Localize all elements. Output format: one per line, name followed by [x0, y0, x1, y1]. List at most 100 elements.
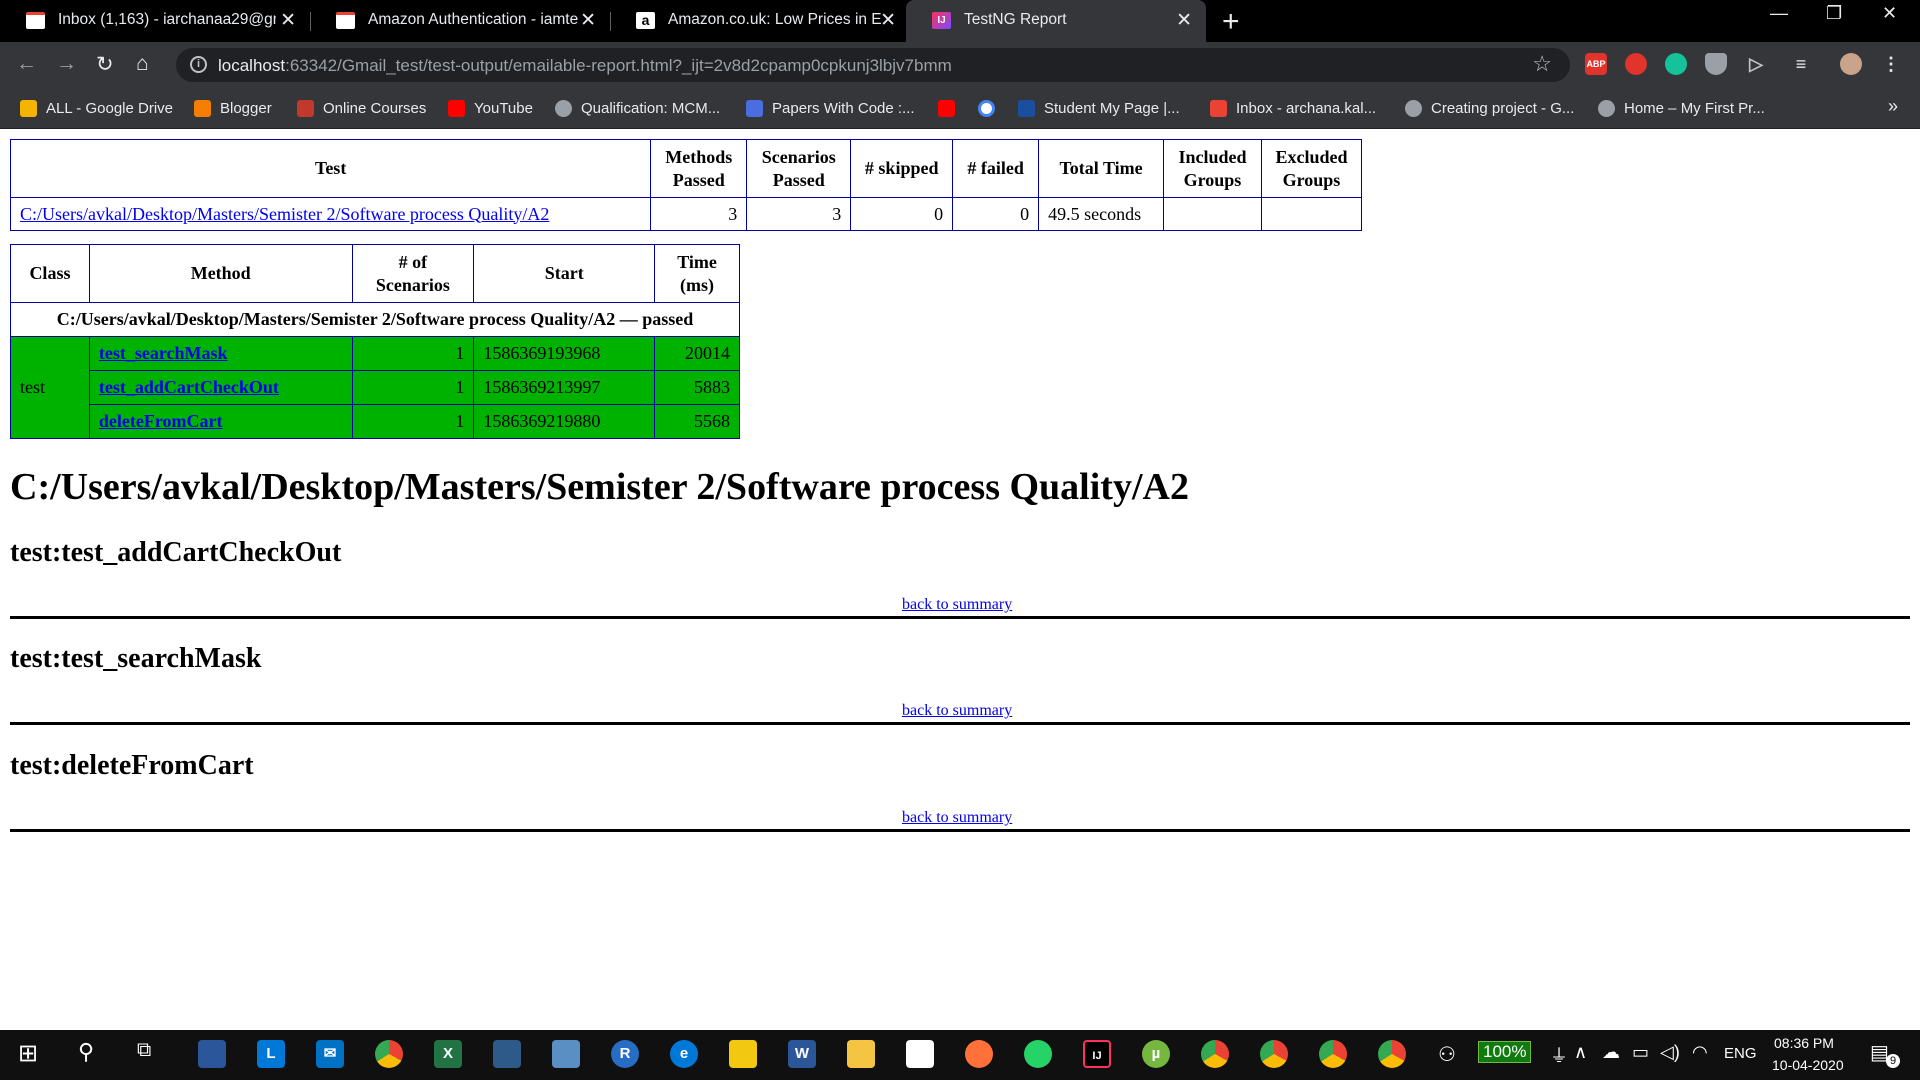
network-app-icon[interactable]	[493, 1040, 521, 1068]
close-window-icon[interactable]: ✕	[1882, 3, 1897, 24]
method-link[interactable]: test_addCartCheckOut	[99, 377, 279, 397]
test-link[interactable]: C:/Users/avkal/Desktop/Masters/Semister …	[20, 204, 549, 224]
search-icon[interactable]: ⚲	[78, 1039, 94, 1065]
intellij-icon[interactable]: IJ	[1083, 1040, 1111, 1068]
avatar[interactable]	[1840, 53, 1862, 75]
people-icon[interactable]: ⚇	[1438, 1042, 1456, 1067]
windows-start-icon[interactable]: ⊞	[18, 1039, 38, 1068]
edge-icon[interactable]: e	[670, 1040, 698, 1068]
bookmark-qualification[interactable]: Qualification: MCM...	[555, 87, 720, 129]
adblock-icon[interactable]: ABP	[1585, 53, 1607, 75]
close-icon[interactable]: ✕	[280, 9, 296, 32]
home-icon[interactable]: ⌂	[136, 52, 149, 76]
url-host: localhost	[218, 56, 286, 75]
bookmark-creating-project[interactable]: Creating project - G...	[1405, 87, 1574, 129]
globe-icon	[1405, 99, 1422, 117]
bookmark-youtube-2[interactable]	[938, 87, 964, 129]
whatsapp-icon[interactable]	[1024, 1040, 1052, 1068]
bookmark-google-drive[interactable]: ALL - Google Drive	[20, 87, 173, 129]
bookmark-student-page[interactable]: Student My Page |...	[1018, 87, 1180, 129]
l-app-icon[interactable]: L	[257, 1040, 285, 1068]
tab-testng-report[interactable]: IJ TestNG Report ✕	[906, 0, 1206, 42]
header-excluded-groups: Excluded Groups	[1260, 139, 1363, 198]
language-indicator[interactable]: ENG	[1724, 1045, 1757, 1062]
bookmark-home[interactable]: Home – My First Pr...	[1598, 87, 1765, 129]
address-bar[interactable]: i localhost:63342/Gmail_test/test-output…	[176, 48, 1570, 82]
notepad-icon[interactable]	[906, 1040, 934, 1068]
grammarly-icon[interactable]	[1665, 53, 1687, 75]
tab-amazon-uk[interactable]: a Amazon.co.uk: Low Prices in Elec ✕	[610, 0, 910, 42]
reload-icon[interactable]: ↻	[96, 52, 114, 77]
suite-heading: C:/Users/avkal/Desktop/Masters/Semister …	[10, 466, 1189, 508]
powerbi-icon[interactable]	[729, 1040, 757, 1068]
chrome-icon[interactable]	[375, 1040, 403, 1068]
bookmark-youtube[interactable]: YouTube	[448, 87, 533, 129]
bookmark-online-courses[interactable]: Online Courses	[297, 87, 426, 129]
close-icon[interactable]: ✕	[580, 9, 596, 32]
wifi-icon[interactable]: ◠	[1692, 1042, 1708, 1063]
clock-time[interactable]: 08:36 PM	[1774, 1035, 1834, 1051]
close-icon[interactable]: ✕	[880, 9, 896, 32]
hand-extension-icon[interactable]	[1625, 53, 1647, 75]
utorrent-icon[interactable]: µ	[1142, 1040, 1170, 1068]
bookmark-papers-with-code[interactable]: Papers With Code :...	[746, 87, 915, 129]
restore-icon[interactable]: ❐	[1826, 3, 1842, 24]
bookmark-label: Online Courses	[323, 99, 427, 117]
bookmark-star-icon[interactable]: ☆	[1532, 51, 1552, 77]
task-view-icon[interactable]: ⧉	[137, 1039, 151, 1062]
method-details-table: Class Method # of Scenarios Start Time (…	[10, 244, 740, 439]
bookmark-blogger[interactable]: Blogger	[194, 87, 272, 129]
battery-icon[interactable]: ▭	[1632, 1042, 1649, 1063]
back-to-summary-link[interactable]: back to summary	[902, 809, 1012, 827]
back-to-summary-link[interactable]: back to summary	[902, 702, 1012, 720]
forward-arrow-icon[interactable]: →	[56, 52, 77, 76]
group-row: C:/Users/avkal/Desktop/Masters/Semister …	[10, 302, 740, 337]
method-link[interactable]: test_searchMask	[99, 343, 228, 363]
r-icon[interactable]: R	[611, 1040, 639, 1068]
url-path: :63342/Gmail_test/test-output/emailable-…	[285, 56, 952, 75]
shield-icon[interactable]	[1705, 53, 1727, 75]
menu-dots-icon[interactable]: ⋮	[1880, 53, 1902, 75]
firefox-icon[interactable]	[965, 1040, 993, 1068]
battery-indicator[interactable]: 100%	[1478, 1041, 1532, 1063]
included-groups-value	[1163, 197, 1262, 231]
chevron-up-icon[interactable]: ∧	[1574, 1042, 1587, 1063]
store-icon[interactable]	[198, 1040, 226, 1068]
scenarios-passed-value: 3	[746, 197, 852, 231]
method-link[interactable]: deleteFromCart	[99, 411, 223, 431]
close-icon[interactable]: ✕	[1176, 9, 1192, 32]
url-text[interactable]: localhost:63342/Gmail_test/test-output/e…	[218, 56, 952, 76]
excel-icon[interactable]: X	[434, 1040, 462, 1068]
snipping-icon[interactable]	[552, 1040, 580, 1068]
new-tab-button[interactable]: +	[1222, 5, 1240, 39]
class-name: test	[10, 336, 90, 439]
header-failed: # failed	[952, 139, 1040, 198]
bookmark-google[interactable]	[978, 87, 1004, 129]
back-arrow-icon[interactable]: ←	[16, 52, 37, 76]
minimize-icon[interactable]: —	[1770, 3, 1788, 24]
clock-date[interactable]: 10-04-2020	[1772, 1057, 1844, 1073]
word-icon[interactable]: W	[788, 1040, 816, 1068]
tab-amazon-auth[interactable]: Amazon Authentication - iamtest ✕	[310, 0, 610, 42]
chrome-icon[interactable]	[1378, 1040, 1406, 1068]
bookmark-inbox[interactable]: Inbox - archana.kal...	[1210, 87, 1376, 129]
back-to-summary-link[interactable]: back to summary	[902, 596, 1012, 614]
chrome-icon[interactable]	[1319, 1040, 1347, 1068]
blogger-icon	[194, 99, 211, 117]
volume-icon[interactable]: ◁)	[1660, 1042, 1680, 1063]
bookmark-label: Student My Page |...	[1044, 99, 1180, 117]
file-explorer-icon[interactable]	[847, 1040, 875, 1068]
play-extension-icon[interactable]: ▷	[1745, 53, 1767, 75]
media-queue-icon[interactable]: ≡	[1790, 53, 1812, 75]
chrome-icon[interactable]	[1260, 1040, 1288, 1068]
chrome-profile-icon[interactable]	[1201, 1040, 1229, 1068]
tab-title: Amazon Authentication - iamtest	[368, 11, 578, 28]
mail-icon[interactable]: ✉	[316, 1040, 344, 1068]
info-icon[interactable]: i	[190, 56, 207, 73]
youtube-icon	[938, 99, 955, 117]
bookmarks-bar: ALL - Google Drive Blogger Online Course…	[0, 87, 1920, 129]
tab-gmail-inbox[interactable]: Inbox (1,163) - iarchanaa29@gm ✕	[0, 0, 310, 42]
more-bookmarks-icon[interactable]: »	[1888, 96, 1898, 117]
onedrive-icon[interactable]: ☁	[1602, 1042, 1620, 1063]
bookmark-label: Creating project - G...	[1431, 99, 1575, 117]
